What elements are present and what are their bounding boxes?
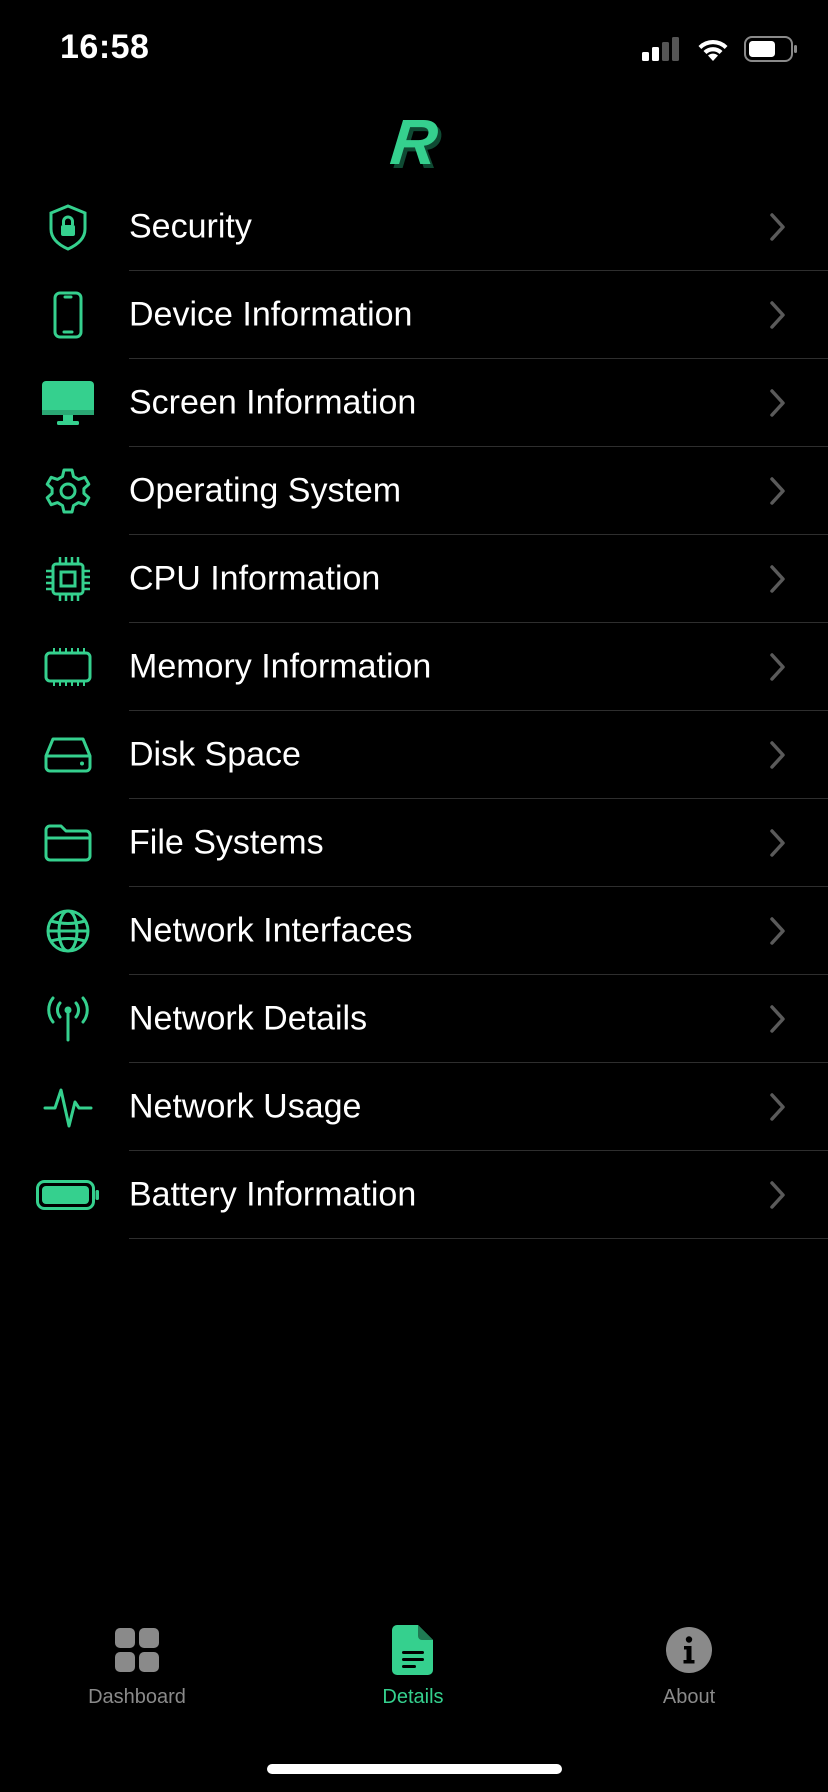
tab-bar: Dashboard Details About bbox=[0, 1620, 828, 1740]
row-divider bbox=[129, 1238, 828, 1239]
app-logo-text: R bbox=[387, 106, 441, 178]
document-icon bbox=[383, 1620, 443, 1680]
menu-item-label: Memory Information bbox=[129, 647, 432, 686]
shield-lock-icon bbox=[36, 195, 100, 259]
chevron-right-icon bbox=[770, 741, 785, 769]
tab-details[interactable]: Details bbox=[313, 1620, 513, 1709]
chevron-right-icon bbox=[770, 1005, 785, 1033]
chevron-right-icon bbox=[770, 389, 785, 417]
tab-label: Details bbox=[382, 1686, 444, 1708]
wifi-icon bbox=[698, 39, 728, 61]
menu-item-device-information[interactable]: Device Information bbox=[0, 271, 828, 359]
status-bar: 16:58 bbox=[0, 0, 828, 100]
menu-item-battery-information[interactable]: Battery Information bbox=[0, 1151, 828, 1239]
menu-item-label: Disk Space bbox=[129, 735, 301, 774]
gear-icon bbox=[36, 459, 100, 523]
menu-item-screen-information[interactable]: Screen Information bbox=[0, 359, 828, 447]
tab-label: Dashboard bbox=[88, 1686, 186, 1708]
menu-item-label: Network Usage bbox=[129, 1087, 362, 1126]
status-icons bbox=[642, 36, 798, 62]
cpu-chip-icon bbox=[36, 547, 100, 611]
cellular-signal-icon bbox=[642, 37, 679, 61]
menu-item-file-systems[interactable]: File Systems bbox=[0, 799, 828, 887]
info-icon bbox=[659, 1620, 719, 1680]
folder-icon bbox=[36, 811, 100, 875]
menu-item-security[interactable]: Security bbox=[0, 183, 828, 271]
battery-status-icon bbox=[744, 36, 797, 62]
status-time: 16:58 bbox=[60, 28, 150, 66]
menu-item-label: Network Interfaces bbox=[129, 911, 413, 950]
chevron-right-icon bbox=[770, 653, 785, 681]
menu-item-label: Security bbox=[129, 207, 252, 246]
menu-item-cpu-information[interactable]: CPU Information bbox=[0, 535, 828, 623]
chevron-right-icon bbox=[770, 1093, 785, 1121]
menu-item-operating-system[interactable]: Operating System bbox=[0, 447, 828, 535]
chevron-right-icon bbox=[770, 213, 785, 241]
memory-icon bbox=[36, 635, 100, 699]
chevron-right-icon bbox=[770, 1181, 785, 1209]
menu-item-network-details[interactable]: Network Details bbox=[0, 975, 828, 1063]
home-indicator[interactable] bbox=[267, 1764, 562, 1774]
chevron-right-icon bbox=[770, 829, 785, 857]
disk-drive-icon bbox=[36, 723, 100, 787]
chevron-right-icon bbox=[770, 301, 785, 329]
menu-item-label: Battery Information bbox=[129, 1175, 417, 1214]
menu-item-network-interfaces[interactable]: Network Interfaces bbox=[0, 887, 828, 975]
waveform-icon bbox=[36, 1075, 100, 1139]
chevron-right-icon bbox=[770, 565, 785, 593]
battery-icon bbox=[36, 1163, 100, 1227]
menu-item-network-usage[interactable]: Network Usage bbox=[0, 1063, 828, 1151]
menu-item-label: Screen Information bbox=[129, 383, 417, 422]
menu-item-memory-information[interactable]: Memory Information bbox=[0, 623, 828, 711]
app-logo: R bbox=[0, 105, 828, 179]
details-menu-list: Security Device Information Screen Infor… bbox=[0, 183, 828, 1239]
tab-dashboard[interactable]: Dashboard bbox=[37, 1620, 237, 1709]
menu-item-label: CPU Information bbox=[129, 559, 381, 598]
chevron-right-icon bbox=[770, 477, 785, 505]
menu-item-label: Network Details bbox=[129, 999, 368, 1038]
phone-icon bbox=[36, 283, 100, 347]
menu-item-disk-space[interactable]: Disk Space bbox=[0, 711, 828, 799]
grid-icon bbox=[107, 1620, 167, 1680]
menu-item-label: File Systems bbox=[129, 823, 324, 862]
monitor-icon bbox=[36, 371, 100, 435]
chevron-right-icon bbox=[770, 917, 785, 945]
tab-about[interactable]: About bbox=[589, 1620, 789, 1709]
antenna-icon bbox=[36, 987, 100, 1051]
menu-item-label: Operating System bbox=[129, 471, 402, 510]
tab-label: About bbox=[662, 1686, 716, 1708]
globe-icon bbox=[36, 899, 100, 963]
menu-item-label: Device Information bbox=[129, 295, 413, 334]
